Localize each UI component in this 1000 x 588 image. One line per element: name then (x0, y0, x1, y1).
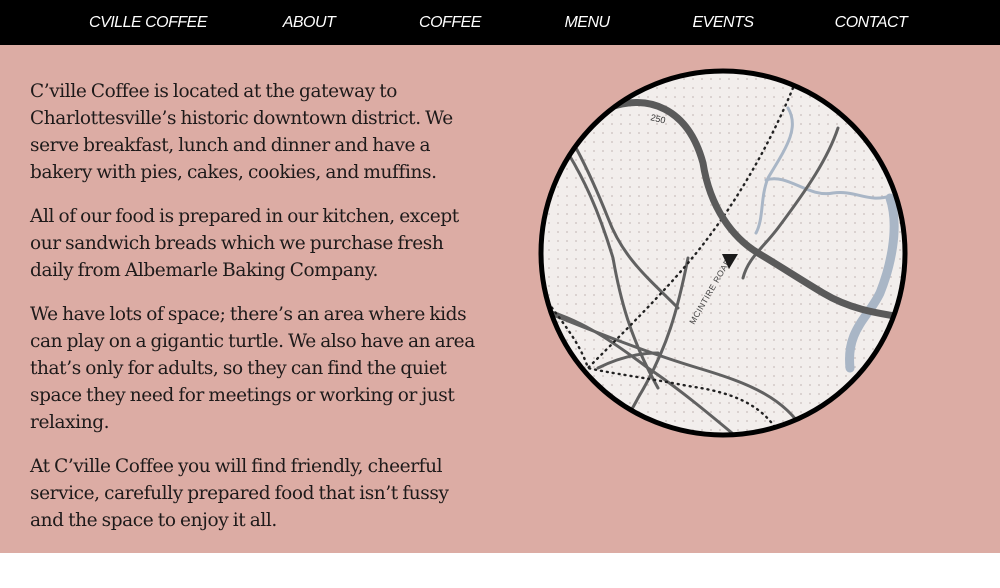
nav-link-coffee[interactable]: COFFEE (419, 0, 481, 45)
about-paragraph-food: All of our food is prepared in our kitch… (30, 206, 459, 281)
top-navigation: CVILLE COFFEE ABOUT COFFEE MENU EVENTS C… (0, 0, 1000, 45)
nav-link-about[interactable]: ABOUT (283, 0, 336, 45)
nav-link-events[interactable]: EVENTS (692, 0, 754, 45)
nav-link-menu[interactable]: MENU (564, 0, 610, 45)
about-paragraph-service: At C’ville Coffee you will find friendly… (30, 456, 449, 531)
about-paragraph-space: We have lots of space; there’s an area w… (30, 304, 475, 433)
about-section: C’ville Coffee is located at the gateway… (0, 45, 1000, 553)
map-graphic: 250 MCINTIRE ROAD (538, 68, 908, 438)
location-map: 250 MCINTIRE ROAD (538, 68, 908, 438)
page-footer-space (0, 553, 1000, 588)
about-paragraph-location: C’ville Coffee is located at the gateway… (30, 81, 453, 183)
nav-link-cville-coffee[interactable]: CVILLE COFFEE (89, 0, 207, 45)
about-copy: C’ville Coffee is located at the gateway… (30, 78, 480, 551)
nav-link-contact[interactable]: CONTACT (835, 0, 908, 45)
